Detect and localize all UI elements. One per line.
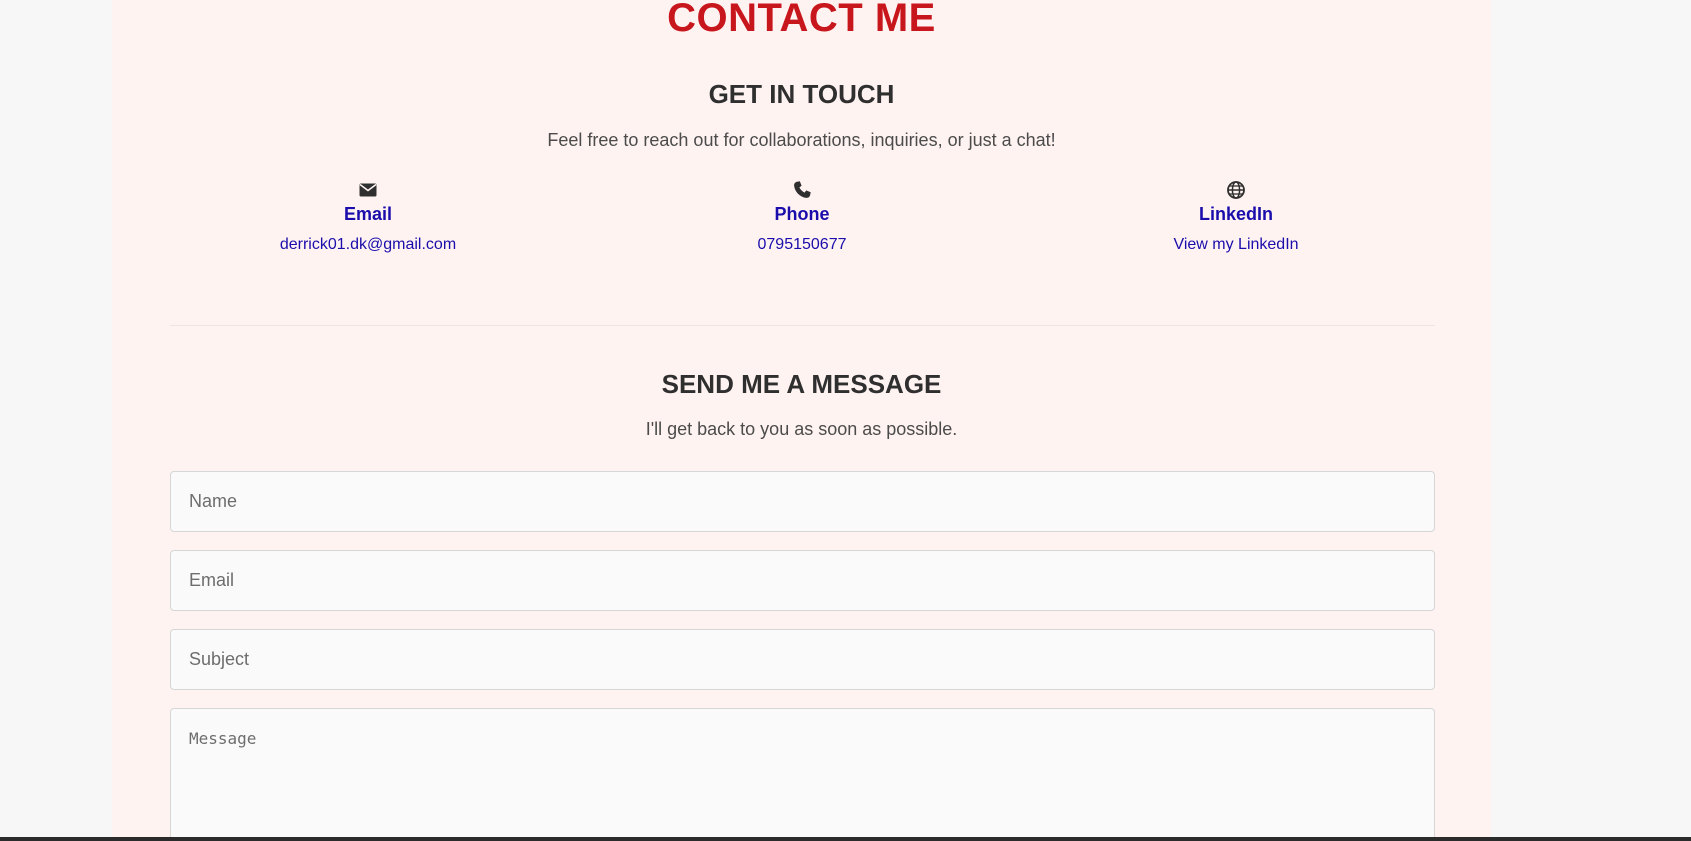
email-input[interactable] <box>170 550 1435 611</box>
send-message-description: I'll get back to you as soon as possible… <box>645 419 958 439</box>
name-input[interactable] <box>170 471 1435 532</box>
get-in-touch-description: Feel free to reach out for collaboration… <box>547 130 1056 150</box>
contact-label-phone: Phone <box>774 204 830 224</box>
page-title: CONTACT ME <box>667 0 936 40</box>
page: CONTACT ME GET IN TOUCH Feel free to rea… <box>0 0 1691 841</box>
email-link[interactable]: derrick01.dk@gmail.com <box>168 235 568 255</box>
section-divider <box>170 325 1435 326</box>
envelope-icon <box>359 183 377 197</box>
linkedin-link[interactable]: View my LinkedIn <box>1036 235 1436 255</box>
contact-label-linkedin: LinkedIn <box>1198 204 1273 224</box>
get-in-touch-heading: GET IN TOUCH <box>708 79 895 109</box>
globe-icon <box>1227 181 1245 199</box>
contact-label-email: Email <box>343 204 393 224</box>
send-message-heading: SEND ME A MESSAGE <box>661 369 942 399</box>
bottom-edge-bar <box>0 837 1691 841</box>
contact-item-linkedin: LinkedIn View my LinkedIn <box>1036 180 1436 255</box>
message-textarea[interactable] <box>170 708 1435 841</box>
phone-icon <box>794 181 811 198</box>
contact-item-phone: Phone 0795150677 <box>602 180 1002 255</box>
phone-link[interactable]: 0795150677 <box>602 235 1002 255</box>
contact-item-email: Email derrick01.dk@gmail.com <box>168 180 568 255</box>
subject-input[interactable] <box>170 629 1435 690</box>
contact-panel: CONTACT ME GET IN TOUCH Feel free to rea… <box>112 0 1491 841</box>
